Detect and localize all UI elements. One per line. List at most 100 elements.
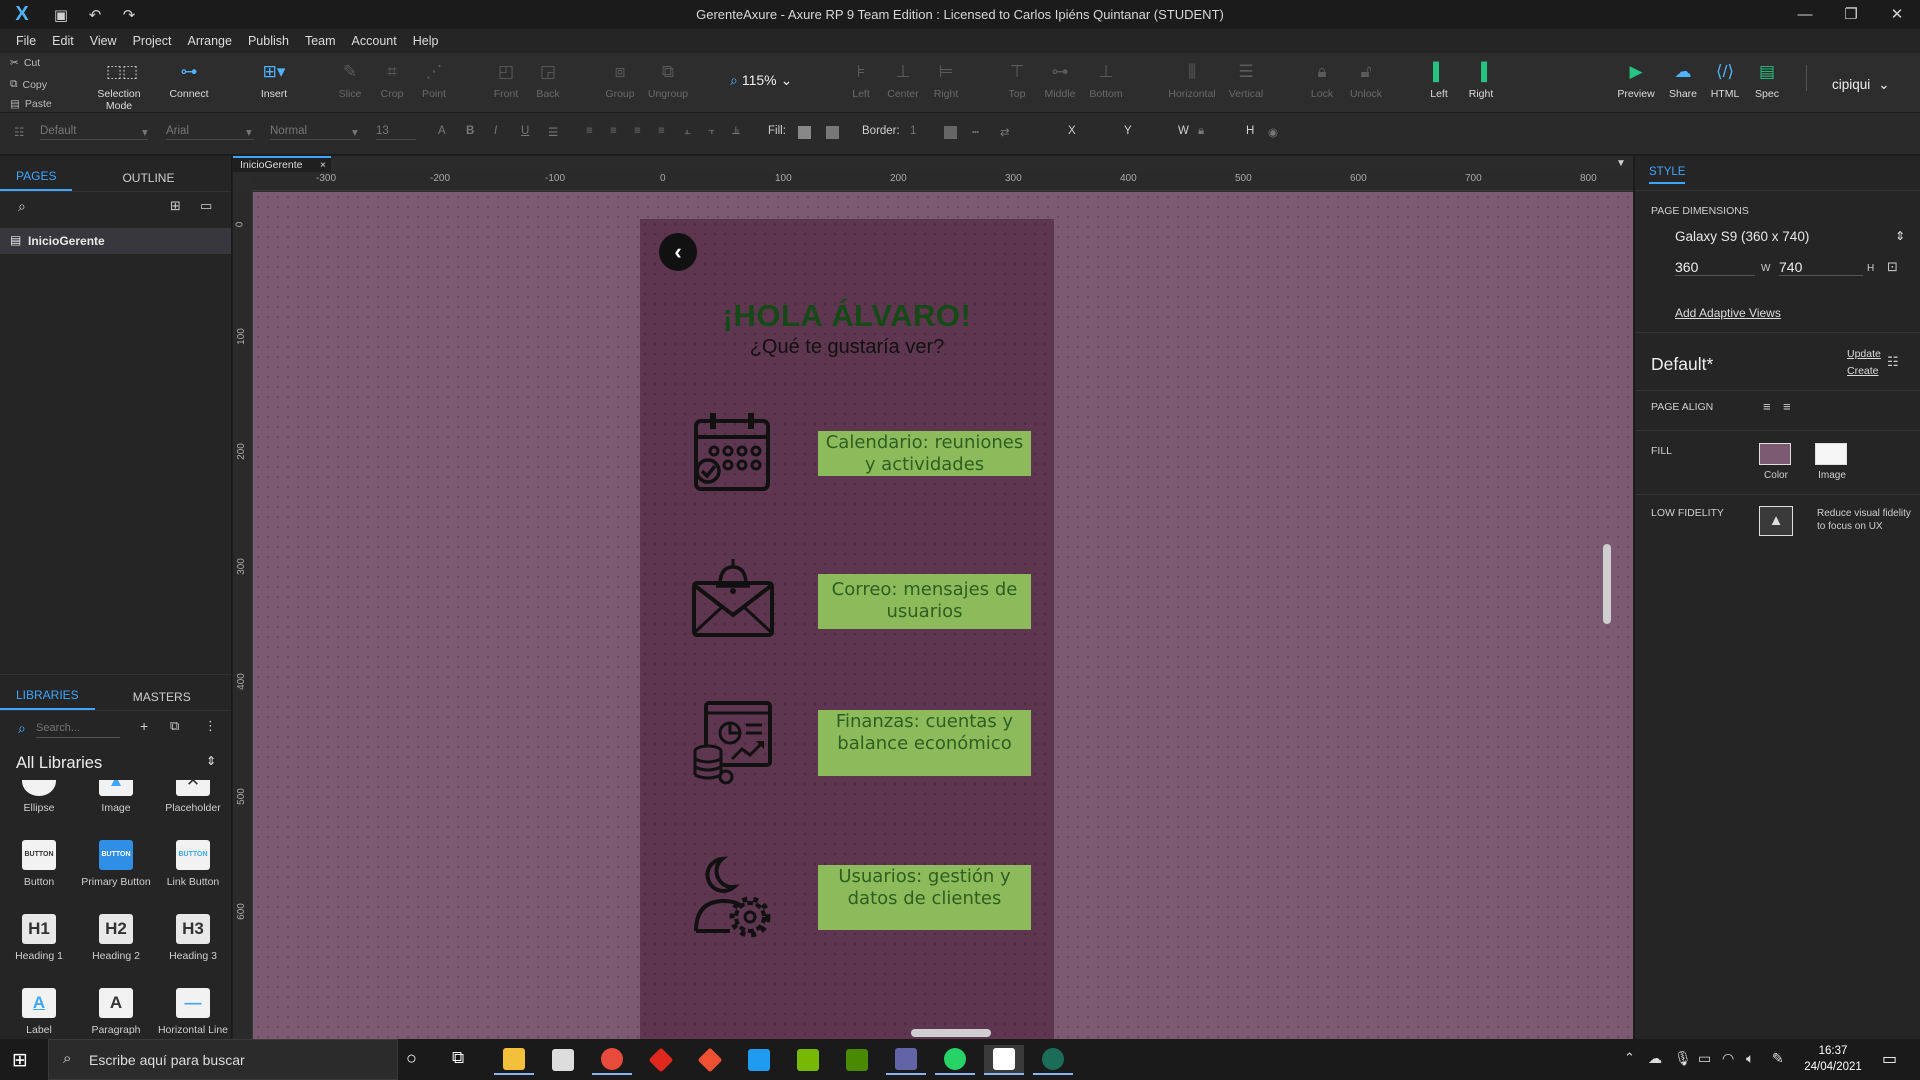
align-page-center-icon[interactable]: ≡ [1783,399,1791,414]
menu-account[interactable]: Account [344,34,405,48]
save-icon[interactable]: ▣ [44,6,78,24]
device-select[interactable]: Galaxy S9 (360 x 740) ⇕ [1675,229,1905,244]
account-menu[interactable]: cipiqui ⌄ [1832,77,1890,93]
menu-help[interactable]: Help [405,34,447,48]
border-width-value[interactable]: 1 [910,125,916,137]
app-red-diamond-icon[interactable] [641,1045,681,1075]
design-canvas[interactable]: ‹ ¡HOLA ÁLVARO! ¿Qué te gustaría ver? Ca… [253,192,1633,1039]
store-icon[interactable] [543,1045,583,1075]
fill-color-button[interactable]: Color [1759,443,1793,481]
bold-icon[interactable]: B [466,125,474,137]
search-icon[interactable]: ⌕ [18,198,26,215]
whatsapp-icon[interactable] [935,1045,975,1075]
fill-color-swatch[interactable] [798,126,811,139]
library-search-input[interactable] [36,718,120,738]
microphone-icon[interactable]: 🎙︎ [1674,1050,1692,1067]
create-style-link[interactable]: Create [1847,365,1879,377]
slice-button[interactable]: ✎ Slice [332,61,368,100]
crop-button[interactable]: ⌗ Crop [374,61,410,100]
align-bottom-button[interactable]: ⊥ Bottom [1086,61,1126,100]
connect-button[interactable]: ⊶ Connect [164,61,214,100]
teams-icon[interactable] [886,1045,926,1075]
spec-button[interactable]: ▤ Spec [1750,61,1784,100]
style-manager-icon[interactable]: ☷ [1887,354,1899,370]
menu-team[interactable]: Team [297,34,344,48]
menu-edit[interactable]: Edit [44,34,82,48]
italic-icon[interactable]: I [494,125,497,137]
menu-publish[interactable]: Publish [240,34,297,48]
library-options-icon[interactable]: ⧉ [170,718,179,734]
close-button[interactable]: ✕ [1874,0,1920,29]
valign-top-icon[interactable]: ⫠ [684,125,691,138]
windows-start-icon[interactable]: ⊞ [12,1049,28,1072]
menu-view[interactable]: View [82,34,125,48]
arrow-style-icon[interactable]: ⇄ [1000,125,1010,139]
tab-dropdown-icon[interactable]: ▼ [1616,158,1626,169]
card-correo[interactable]: Correo: mensajes de usuarios [818,574,1031,629]
widget-button[interactable]: BUTTON Button [2,840,76,888]
undo-icon[interactable]: ↶ [78,6,112,24]
right-panel-toggle-button[interactable]: ▐ Right [1464,61,1498,100]
more-vertical-icon[interactable]: ⋮ [204,718,217,734]
card-finanzas[interactable]: Finanzas: cuentas y balance económico [818,710,1031,776]
lock-button[interactable]: 🔒︎ Lock [1306,61,1338,100]
widget-heading-2[interactable]: H2 Heading 2 [79,914,153,962]
preview-button[interactable]: ▶ Preview [1614,61,1658,100]
taskbar-search-box[interactable]: ⌕ Escribe aquí para buscar [48,1039,398,1080]
align-center-button[interactable]: ⊥ Center [884,61,922,100]
tab-masters[interactable]: MASTERS [117,690,207,710]
pen-icon[interactable]: ✎ [1772,1050,1784,1067]
left-panel-toggle-button[interactable]: ▌ Left [1424,61,1454,100]
bullet-list-icon[interactable]: ☰ [548,125,558,139]
font-size-select[interactable]: 13 [376,125,416,140]
page-item-iniciogerente[interactable]: ▤ InicioGerente [0,228,231,254]
widget-primary-button[interactable]: BUTTON Primary Button [79,840,153,888]
widget-placeholder[interactable]: ✕ Placeholder [156,780,230,814]
low-fidelity-toggle[interactable]: ▲ [1759,506,1793,536]
copy-button[interactable]: ⧉ Copy [10,78,47,91]
task-view-icon[interactable]: ⧉ [452,1048,464,1068]
cut-button[interactable]: ✂ Cut [10,57,40,69]
page-height-input[interactable]: 740 [1779,259,1863,276]
page-width-input[interactable]: 360 [1675,259,1755,276]
app-green-circle-icon[interactable] [1033,1045,1073,1075]
text-align-left-icon[interactable]: ≡ [586,125,593,137]
align-left-button[interactable]: ⊧ Left [846,61,876,100]
paste-button[interactable]: ▤ Paste [10,98,52,110]
orientation-icon[interactable]: ⊡ [1887,259,1898,275]
canvas-horizontal-scrollbar[interactable] [911,1029,991,1037]
chrome-icon[interactable] [592,1045,632,1075]
menu-file[interactable]: File [8,34,44,48]
canvas-vertical-scrollbar[interactable] [1603,544,1611,624]
tab-pages[interactable]: PAGES [0,169,73,191]
menu-arrange[interactable]: Arrange [179,34,239,48]
update-style-link[interactable]: Update [1847,348,1881,360]
add-page-icon[interactable]: ⊞ [170,198,181,214]
redo-icon[interactable]: ↷ [112,6,146,24]
add-adaptive-views-link[interactable]: Add Adaptive Views [1675,306,1781,320]
align-page-left-icon[interactable]: ≡ [1763,399,1771,414]
git-icon[interactable] [690,1045,730,1075]
valign-middle-icon[interactable]: ⫟ [708,125,715,138]
widget-heading-3[interactable]: H3 Heading 3 [156,914,230,962]
battery-icon[interactable]: ▭ [1698,1050,1711,1067]
card-calendario[interactable]: Calendario: reuniones y actividades [818,431,1031,476]
point-button[interactable]: ⋰ Point [416,61,452,100]
cortana-icon[interactable]: ○ [406,1048,417,1069]
taskbar-clock[interactable]: 16:37 24/04/2021 [1798,1043,1868,1075]
text-align-center-icon[interactable]: ≡ [610,125,617,137]
valign-bottom-icon[interactable]: ⫡ [732,125,740,138]
onedrive-icon[interactable]: ☁ [1648,1050,1662,1067]
distribute-horizontal-button[interactable]: ⫼ Horizontal [1166,61,1218,100]
add-folder-icon[interactable]: ▭ [200,198,212,214]
tab-style[interactable]: STYLE [1649,166,1686,184]
html-button[interactable]: ⟨/⟩ HTML [1708,61,1742,100]
widget-link-button[interactable]: BUTTON Link Button [156,840,230,888]
wifi-icon[interactable]: ◠ [1722,1050,1734,1067]
vscode-icon[interactable] [739,1045,779,1075]
tab-libraries[interactable]: LIBRARIES [0,688,95,710]
widget-image[interactable]: ▲ Image [79,780,153,814]
text-justify-icon[interactable]: ≡ [658,125,665,137]
widget-horizontal-line[interactable]: — Horizontal Line [156,988,230,1036]
tab-outline[interactable]: OUTLINE [106,171,190,191]
